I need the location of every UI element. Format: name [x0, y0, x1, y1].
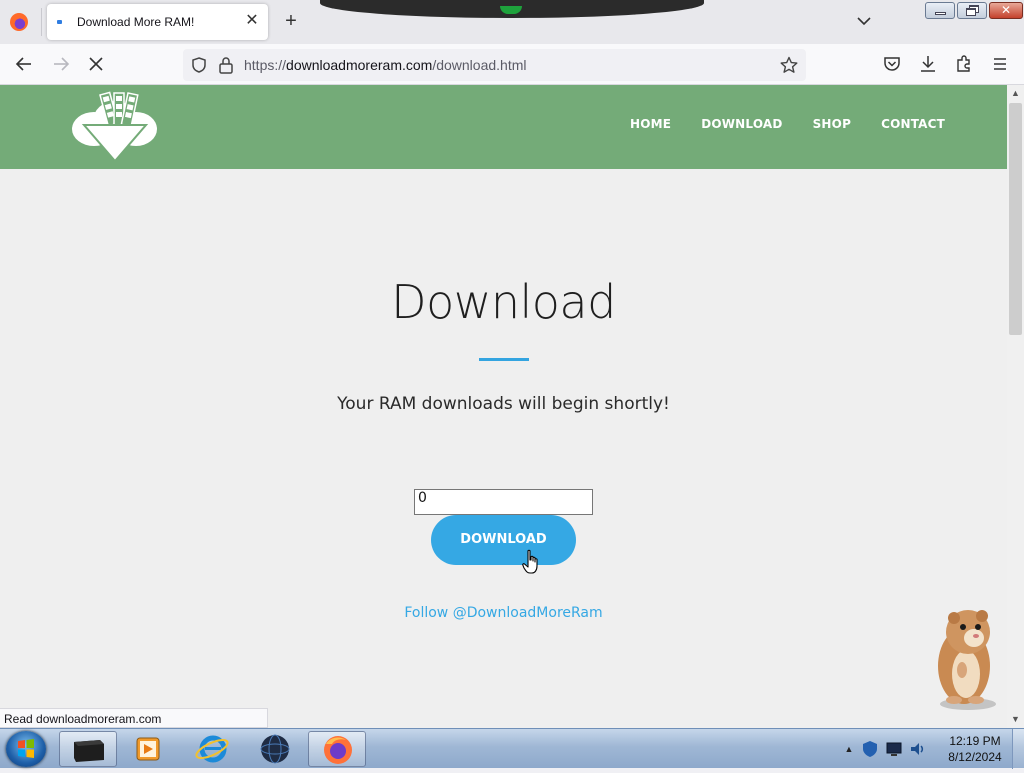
- tab-download-more-ram[interactable]: Download More RAM! ✕: [47, 4, 268, 40]
- internet-explorer-icon[interactable]: [183, 731, 241, 767]
- media-player-icon[interactable]: [119, 731, 177, 767]
- nav-download-link[interactable]: DOWNLOAD: [701, 117, 782, 131]
- tab-separator: [41, 8, 42, 36]
- network-monitor-icon[interactable]: [885, 740, 903, 758]
- bookmark-star-icon[interactable]: [780, 56, 798, 74]
- app-menu-icon[interactable]: [990, 54, 1010, 74]
- list-all-tabs-icon[interactable]: [855, 12, 873, 30]
- tab-title: Download More RAM!: [77, 15, 195, 29]
- navigation-toolbar: https://downloadmoreram.com/download.htm…: [0, 44, 1024, 85]
- tab-bar: Download More RAM! ✕ + ✕: [0, 0, 1024, 44]
- browser-status-text: Read downloadmoreram.com: [0, 708, 268, 728]
- site-navigation: HOME DOWNLOAD SHOP CONTACT: [630, 117, 945, 131]
- stop-loading-icon[interactable]: [86, 54, 106, 74]
- tracking-protection-shield-icon[interactable]: [190, 56, 208, 74]
- minimize-icon: [935, 12, 946, 15]
- download-more-ram-logo[interactable]: [70, 91, 160, 163]
- url-text: https://downloadmoreram.com/download.htm…: [244, 57, 527, 73]
- show-hidden-icons-icon[interactable]: ▲: [843, 744, 855, 754]
- nav-shop-link[interactable]: SHOP: [813, 117, 851, 131]
- terminal-icon[interactable]: [59, 731, 117, 767]
- close-window-button[interactable]: ✕: [989, 2, 1023, 19]
- system-tray: ▲: [843, 735, 927, 763]
- page-heading: Download: [391, 275, 616, 329]
- url-domain: downloadmoreram.com: [286, 57, 433, 73]
- tab-favicon-icon: [57, 20, 62, 24]
- scroll-down-arrow-icon[interactable]: ▼: [1011, 715, 1020, 724]
- clock-date: 8/12/2024: [948, 750, 1002, 764]
- download-button[interactable]: DOWNLOAD: [431, 515, 576, 565]
- back-icon[interactable]: [14, 54, 34, 74]
- hamster-mascot-icon: [938, 610, 996, 710]
- firefox-view-icon[interactable]: [10, 13, 28, 31]
- security-shield-icon[interactable]: [861, 740, 879, 758]
- nav-home-link[interactable]: HOME: [630, 117, 671, 131]
- extensions-icon[interactable]: [954, 54, 974, 74]
- close-icon: ✕: [1000, 3, 1012, 17]
- taskbar-clock[interactable]: 12:19 PM 8/12/2024: [943, 733, 1007, 765]
- page-scrollbar[interactable]: ▲ ▼: [1007, 85, 1024, 728]
- clock-time: 12:19 PM: [949, 734, 1001, 748]
- start-orb-icon[interactable]: [6, 731, 46, 767]
- url-path: /download.html: [432, 57, 527, 73]
- camera-indicator-icon: [500, 6, 522, 14]
- web-page: HOME DOWNLOAD SHOP CONTACT Download Your…: [0, 85, 1007, 728]
- lock-icon[interactable]: [218, 56, 234, 74]
- download-subtitle: Your RAM downloads will begin shortly!: [337, 394, 670, 414]
- firefox-icon[interactable]: [308, 731, 366, 767]
- new-tab-icon[interactable]: +: [281, 9, 301, 33]
- scrollbar-thumb[interactable]: [1009, 103, 1022, 335]
- minimize-button[interactable]: [925, 2, 955, 19]
- tab-close-icon[interactable]: ✕: [244, 11, 260, 31]
- window-controls: ✕: [925, 2, 1023, 20]
- globe-icon[interactable]: [246, 731, 304, 767]
- windows-taskbar: ▲ 12:19 PM 8/12/2024: [0, 728, 1024, 769]
- restore-icon-back: [966, 8, 976, 16]
- address-bar[interactable]: https://downloadmoreram.com/download.htm…: [183, 49, 806, 81]
- follow-twitter-link[interactable]: Follow @DownloadMoreRam: [0, 605, 1007, 621]
- pocket-icon[interactable]: [882, 54, 902, 74]
- site-header: HOME DOWNLOAD SHOP CONTACT: [0, 85, 1007, 169]
- restore-button[interactable]: [957, 2, 987, 19]
- show-desktop-button[interactable]: [1012, 729, 1024, 769]
- downloads-icon[interactable]: [918, 54, 938, 74]
- forward-icon[interactable]: [51, 54, 71, 74]
- hand-pointer-cursor-icon: [522, 549, 538, 574]
- scroll-up-arrow-icon[interactable]: ▲: [1011, 89, 1020, 98]
- heading-divider: [479, 358, 529, 361]
- ram-amount-input[interactable]: 0: [414, 489, 593, 515]
- volume-icon[interactable]: [909, 740, 927, 758]
- camera-notch: [320, 0, 704, 18]
- url-scheme: https://: [244, 57, 287, 73]
- nav-contact-link[interactable]: CONTACT: [881, 117, 945, 131]
